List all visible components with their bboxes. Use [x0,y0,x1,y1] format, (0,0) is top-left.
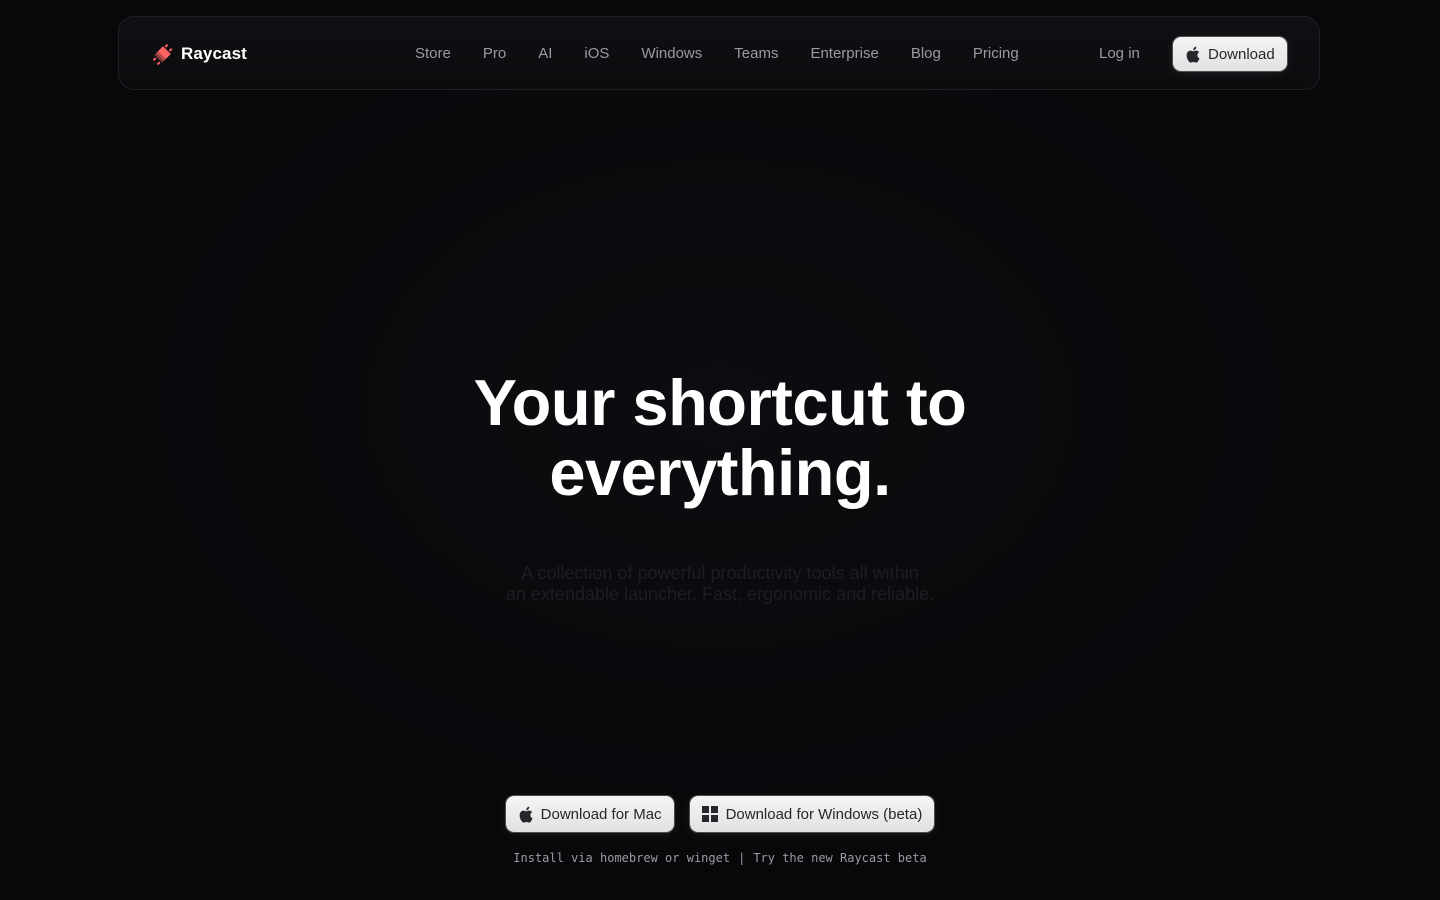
nav-link-ai[interactable]: AI [522,44,568,64]
apple-icon [1186,46,1200,63]
download-windows-label: Download for Windows (beta) [725,805,923,823]
windows-icon [701,806,718,822]
homebrew-link[interactable]: homebrew [600,851,658,865]
hero-title-line-2: everything. [549,436,891,509]
install-prefix: Install via [513,851,593,865]
nav-download-label: Download [1208,45,1275,63]
top-navbar: Raycast Store Pro AI iOS Windows Teams E… [118,16,1320,90]
nav-link-pro[interactable]: Pro [467,44,522,64]
nav-link-pricing[interactable]: Pricing [957,44,1035,64]
download-windows-button[interactable]: Download for Windows (beta) [689,796,935,832]
download-mac-button[interactable]: Download for Mac [505,796,674,832]
beta-link[interactable]: Try the new Raycast beta [753,851,926,865]
hero-subtitle-line-1: A collection of powerful productivity to… [521,563,919,583]
nav-download-button[interactable]: Download [1173,37,1287,71]
install-or: or [665,851,680,865]
raycast-logo-icon [152,43,173,66]
brand-home-link[interactable]: Raycast [151,41,247,67]
main-nav: Store Pro AI iOS Windows Teams Enterpris… [399,44,1035,64]
hero-subtitle: A collection of powerful productivity to… [0,563,1440,605]
nav-link-blog[interactable]: Blog [895,44,957,64]
page: Raycast Store Pro AI iOS Windows Teams E… [0,0,1440,900]
hero-title-line-1: Your shortcut to [473,366,967,439]
download-buttons: Download for Mac Download for Windows (b… [0,796,1440,832]
nav-link-windows[interactable]: Windows [625,44,718,64]
brand-name: Raycast [181,44,247,63]
nav-link-teams[interactable]: Teams [718,44,794,64]
winget-link[interactable]: winget [687,851,730,865]
login-link[interactable]: Log in [1085,44,1154,64]
download-mac-label: Download for Mac [540,805,662,823]
nav-link-store[interactable]: Store [399,44,467,64]
hero-title: Your shortcut to everything. [0,368,1440,508]
nav-link-enterprise[interactable]: Enterprise [794,44,894,64]
install-options: Install via homebrew or winget | Try the n… [0,850,1440,866]
apple-icon [519,806,533,823]
hero-subtitle-line-2: an extendable launcher. Fast, ergonomic … [505,584,935,604]
install-separator: | [738,851,746,865]
nav-link-ios[interactable]: iOS [568,44,625,64]
